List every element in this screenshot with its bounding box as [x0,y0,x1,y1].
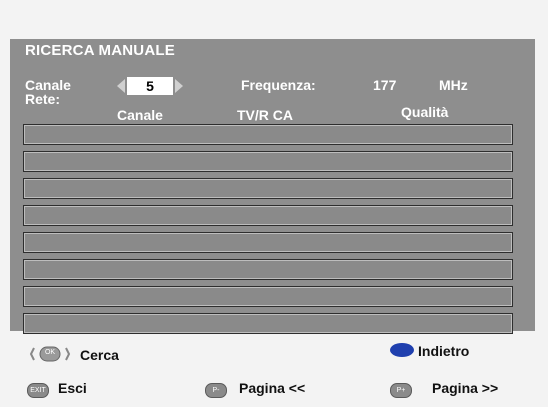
list-item[interactable] [23,178,513,199]
channel-prev-arrow-icon[interactable] [117,79,125,93]
page-next-hint-label: Pagina >> [432,380,499,396]
channel-selector[interactable]: 5 [117,77,183,95]
channel-list [23,124,513,340]
exit-hint-label: Esci [58,380,87,396]
network-label: Rete: [25,91,61,107]
list-item[interactable] [23,286,513,307]
frequency-unit: MHz [439,77,468,93]
search-hint-label: Cerca [80,347,119,363]
list-item[interactable] [23,313,513,334]
channel-value[interactable]: 5 [127,77,173,95]
blue-button-icon [390,343,414,357]
list-item[interactable] [23,151,513,172]
channel-next-arrow-icon[interactable] [175,79,183,93]
frequency-label: Frequenza: [241,77,316,93]
ok-glyph: OK [44,349,56,356]
page-down-button-icon: P- [205,383,227,398]
column-header-quality: Qualità [401,104,449,120]
list-item[interactable] [23,232,513,253]
tv-screen: RICERCA MANUALE Canale Rete: 5 Frequenza… [0,0,548,407]
frequency-value: 177 [373,77,397,93]
list-item[interactable] [23,259,513,280]
page-up-button-icon: P+ [390,383,412,398]
column-header-tvr-ca: TV/R CA [237,107,293,123]
list-item[interactable] [23,205,513,226]
page-title: RICERCA MANUALE [25,42,175,59]
exit-button-icon: EXIT [27,383,49,398]
list-item[interactable] [23,124,513,145]
back-hint-label: Indietro [418,343,470,359]
column-header-channel: Canale [117,107,163,123]
page-prev-hint-label: Pagina << [239,380,306,396]
